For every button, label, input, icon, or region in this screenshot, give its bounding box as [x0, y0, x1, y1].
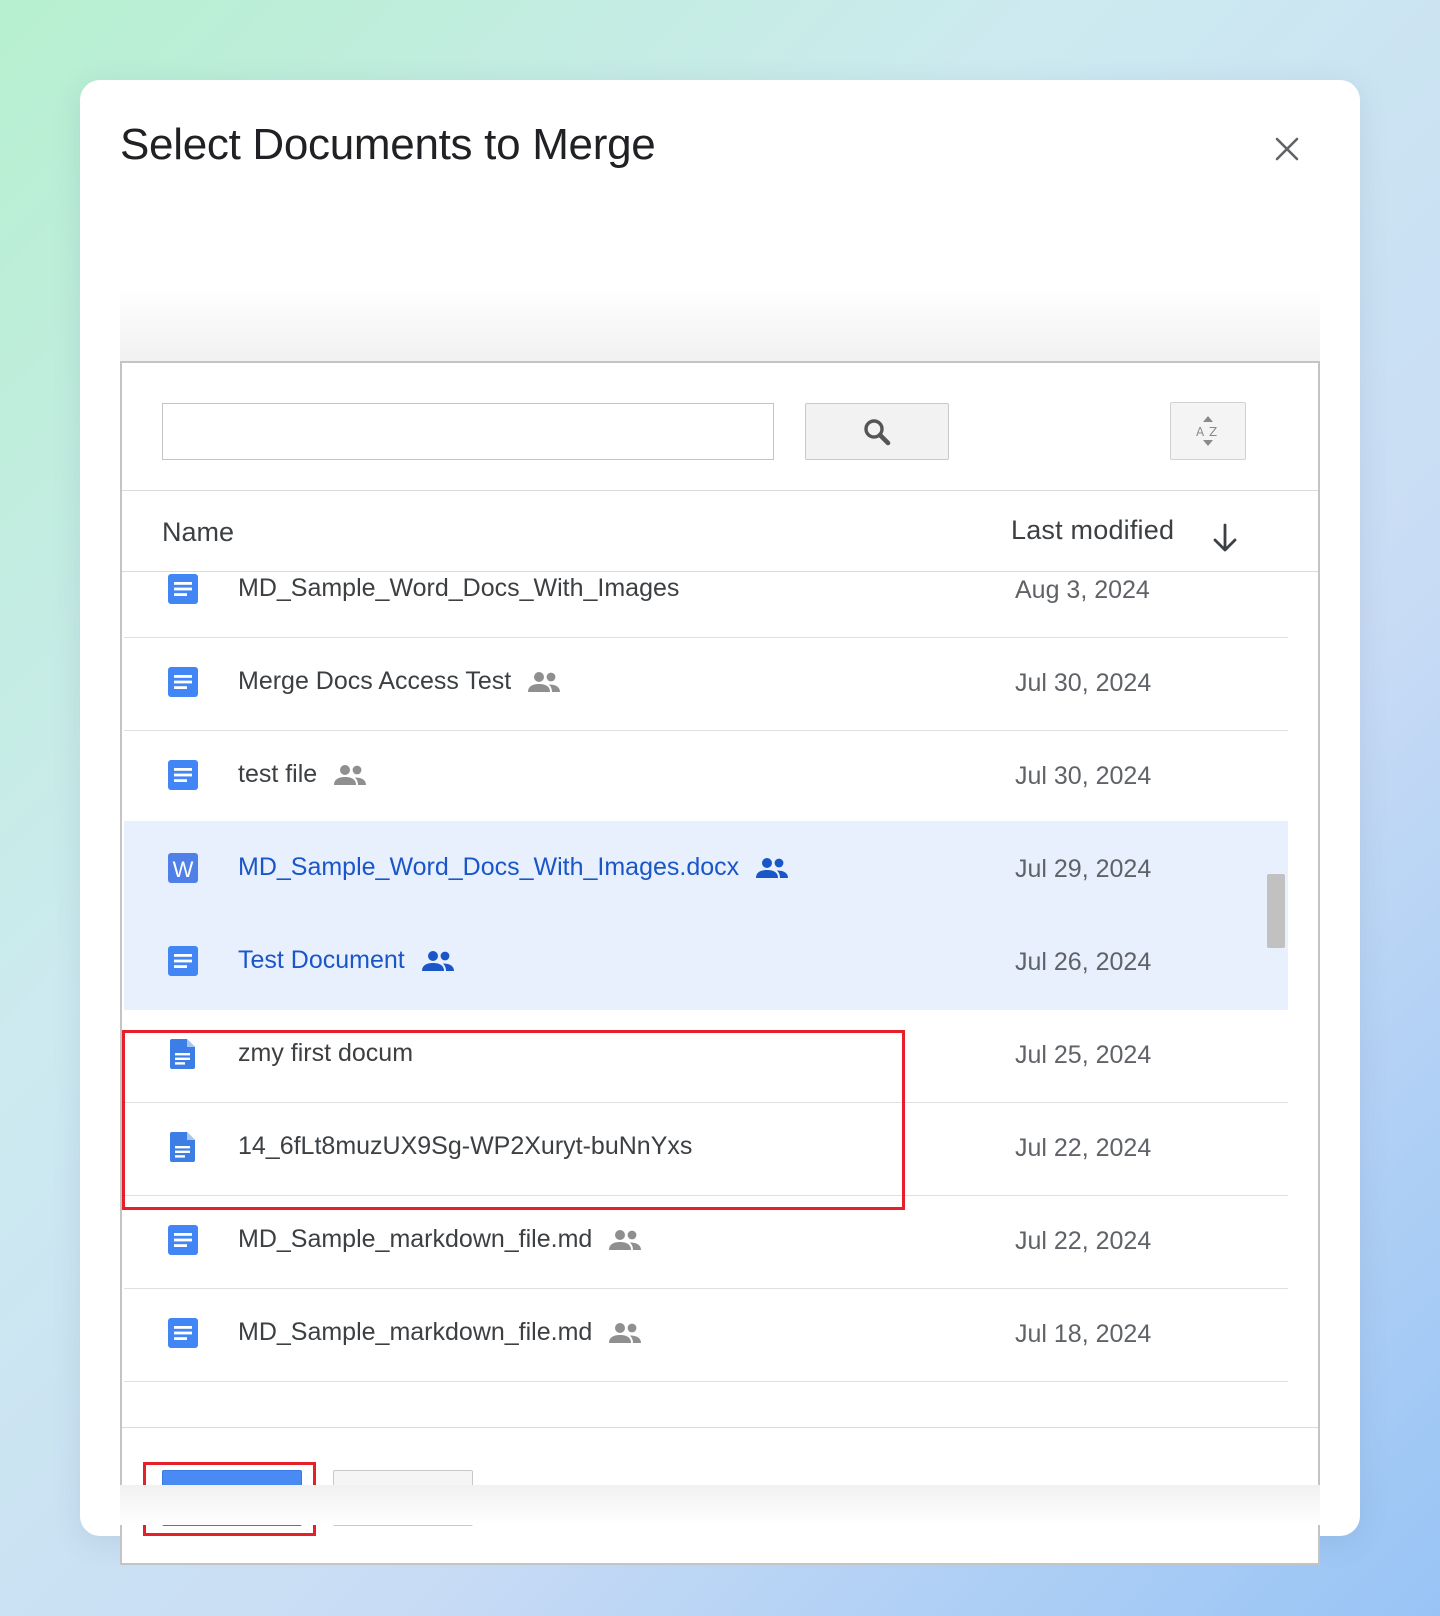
shared-people-icon [609, 1322, 642, 1343]
file-modified-date: Jul 25, 2024 [1015, 1041, 1152, 1069]
file-name-label: MD_Sample_Word_Docs_With_Images.docx [238, 853, 740, 881]
file-list: MD_Sample_Word_Docs_With_Images Aug 3, 20… [122, 573, 1292, 1417]
file-name-label: 14_6fLt8muzUX9Sg-WP2Xuryt-buNnYxs [238, 1132, 693, 1160]
file-row[interactable]: zmy first docum Jul 25, 2024 [124, 1007, 1288, 1103]
svg-text:Z: Z [1209, 425, 1217, 439]
file-modified-date: Jul 18, 2024 [1015, 1320, 1152, 1348]
document-file-icon [166, 1130, 200, 1164]
file-row[interactable]: Merge Docs Access Test Jul 30, 2024 [124, 635, 1288, 731]
file-name: MD_Sample_Word_Docs_With_Images.docx [238, 853, 789, 882]
file-modified-date: Jul 22, 2024 [1015, 1134, 1152, 1162]
sort-az-button[interactable]: A Z [1170, 402, 1246, 460]
file-name: test file [238, 760, 367, 789]
file-row[interactable]: 14_6fLt8muzUX9Sg-WP2Xuryt-buNnYxs Jul 22,… [124, 1100, 1288, 1196]
file-name: MD_Sample_Word_Docs_With_Images [238, 574, 679, 603]
file-name: MD_Sample_markdown_file.md [238, 1225, 642, 1254]
dialog-title: Select Documents to Merge [120, 120, 656, 169]
file-row[interactable]: MD_Sample_markdown_file.md Jul 22, 2024 [124, 1193, 1288, 1289]
shared-people-icon [609, 1229, 642, 1250]
google-docs-icon [166, 1223, 200, 1257]
top-shadow [120, 285, 1320, 361]
file-name: zmy first docum [238, 1039, 413, 1068]
sort-az-icon[interactable]: A Z [1193, 414, 1223, 448]
shared-people-icon [421, 950, 454, 971]
google-docs-icon [166, 573, 200, 606]
file-modified-date: Jul 26, 2024 [1015, 948, 1152, 976]
google-docs-icon [166, 758, 200, 792]
file-name: 14_6fLt8muzUX9Sg-WP2Xuryt-buNnYxs [238, 1132, 692, 1161]
column-header-row: Name Last modified [122, 491, 1318, 572]
google-docs-icon [166, 1316, 200, 1350]
column-header-last-modified[interactable]: Last modified [1011, 515, 1174, 546]
shared-people-icon [756, 857, 789, 878]
close-button[interactable] [1266, 128, 1308, 170]
file-name-label: MD_Sample_markdown_file.md [238, 1225, 593, 1253]
file-modified-date: Jul 30, 2024 [1015, 669, 1152, 697]
picker-toolbar: A Z [122, 363, 1318, 491]
merge-dialog: Select Documents to Merge A Z Name Last … [80, 80, 1360, 1565]
document-file-icon [166, 1037, 200, 1071]
google-docs-icon [166, 665, 200, 699]
file-modified-date: Jul 29, 2024 [1015, 855, 1152, 883]
file-name-label: MD_Sample_markdown_file.md [238, 1318, 593, 1346]
file-modified-date: Aug 3, 2024 [1015, 576, 1150, 604]
file-name: Test Document [238, 946, 455, 975]
google-docs-icon [166, 944, 200, 978]
arrow-down-icon[interactable] [1210, 521, 1240, 555]
file-name-label: Merge Docs Access Test [238, 667, 512, 695]
file-modified-date: Jul 30, 2024 [1015, 762, 1152, 790]
shared-people-icon [528, 671, 561, 692]
file-picker: A Z Name Last modified MD_Sample_Word_Do… [120, 361, 1320, 1565]
scrollbar-track[interactable] [1290, 573, 1318, 1417]
file-name: Merge Docs Access Test [238, 667, 561, 696]
file-name-label: Test Document [238, 946, 405, 974]
file-row[interactable]: test file Jul 30, 2024 [124, 728, 1288, 824]
file-name: MD_Sample_markdown_file.md [238, 1318, 642, 1347]
search-button[interactable] [805, 403, 949, 460]
search-input[interactable] [162, 403, 774, 460]
file-row[interactable]: W MD_Sample_Word_Docs_With_Images.docx Jul… [124, 821, 1288, 917]
file-row[interactable]: MD_Sample_Word_Docs_With_Images Aug 3, 20… [124, 573, 1288, 638]
scrollbar-thumb[interactable] [1267, 874, 1285, 948]
svg-text:A: A [1196, 425, 1205, 439]
file-modified-date: Jul 22, 2024 [1015, 1227, 1152, 1255]
word-doc-icon: W [166, 851, 200, 885]
shared-people-icon [334, 764, 367, 785]
file-row[interactable]: Test Document Jul 26, 2024 [124, 914, 1288, 1010]
file-row[interactable]: MD_Sample_markdown_file.md Jul 18, 2024 [124, 1286, 1288, 1382]
close-icon[interactable] [1274, 136, 1300, 162]
search-icon[interactable] [862, 417, 892, 447]
column-header-name[interactable]: Name [162, 517, 234, 548]
file-name-label: zmy first docum [238, 1039, 414, 1067]
bottom-shadow [120, 1485, 1320, 1525]
file-name-label: MD_Sample_Word_Docs_With_Images [238, 574, 680, 602]
file-name-label: test file [238, 760, 318, 788]
svg-text:W: W [173, 857, 194, 882]
